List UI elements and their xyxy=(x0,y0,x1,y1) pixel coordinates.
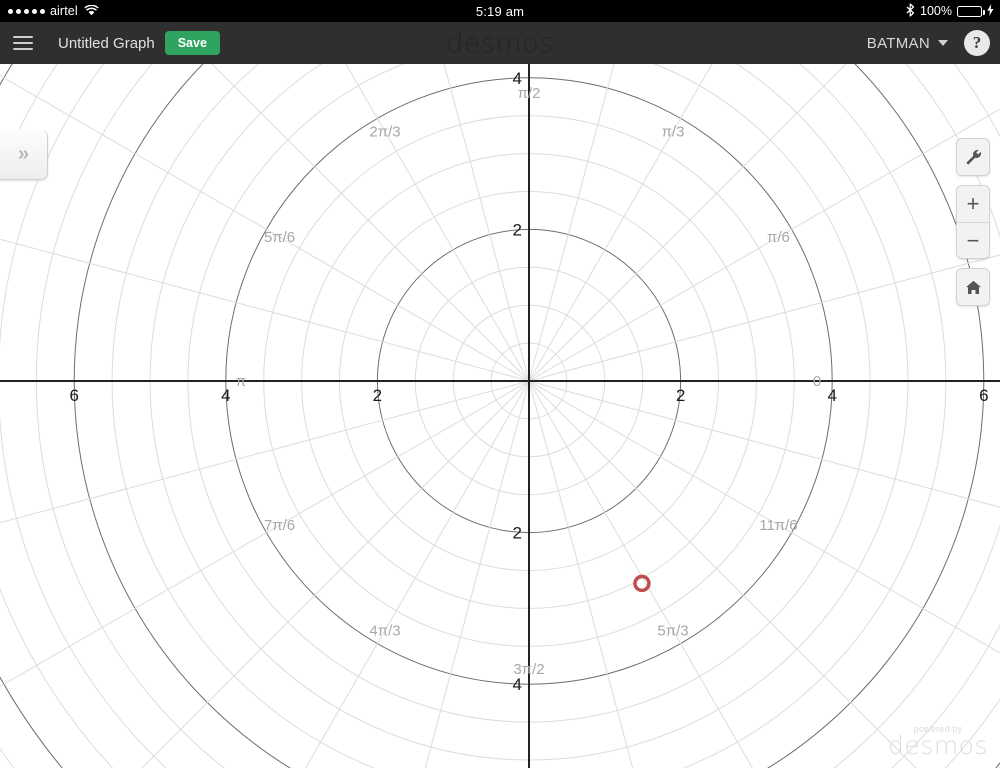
status-bar-right: 100% xyxy=(906,2,994,20)
toolbar-left: Untitled Graph Save xyxy=(0,22,220,64)
x-axis-tick-label: 4 xyxy=(827,386,836,405)
x-axis-tick-label: 6 xyxy=(69,386,78,405)
chevron-down-icon xyxy=(938,40,948,46)
polar-angle-label: π/3 xyxy=(662,124,685,141)
polar-angle-label: 5π/3 xyxy=(657,622,688,639)
home-tool-group xyxy=(956,268,990,306)
hamburger-menu-icon[interactable] xyxy=(0,22,46,64)
settings-tool-group xyxy=(956,138,990,176)
polar-angle-label: 5π/6 xyxy=(264,229,295,246)
graph-canvas[interactable]: 6 4 2 2 4 6 4 2 2 4 0 π/6 π/3 π/2 2π/3 5π/6 π 7π/6 4π/3 3π/… xyxy=(0,64,1000,768)
battery-percent-label: 100% xyxy=(920,4,952,18)
zoom-tool-group: + − xyxy=(956,185,990,259)
y-axis-tick-label: 2 xyxy=(513,220,522,239)
desmos-toolbar: Untitled Graph Save desmos BATMAN ? xyxy=(0,22,1000,64)
zoom-out-icon[interactable]: − xyxy=(957,222,989,258)
graph-tool-stack: + − xyxy=(956,138,990,315)
help-button[interactable]: ? xyxy=(964,30,990,56)
x-axis-tick-label: 6 xyxy=(979,386,988,405)
polar-angle-label: 0 xyxy=(813,373,821,390)
expand-sidebar-button[interactable]: » xyxy=(0,130,48,180)
desmos-app: airtel 5:19 am 100% Untitled Graph Save … xyxy=(0,0,1000,768)
y-axis-tick-label: 4 xyxy=(513,675,522,694)
status-bar-clock: 5:19 am xyxy=(475,3,525,19)
polar-plot: 6 4 2 2 4 642240π/6π/3π/22π/35π/6π7π/64π/33π/… xyxy=(0,64,1000,768)
polar-angle-label: π xyxy=(236,373,246,390)
polar-angle-label: 4π/3 xyxy=(369,622,400,639)
wrench-icon[interactable] xyxy=(957,139,989,175)
x-axis-tick-label: 2 xyxy=(373,386,382,405)
x-axis-tick-label: 4 xyxy=(221,386,230,405)
graph-title[interactable]: Untitled Graph xyxy=(58,35,155,52)
bluetooth-icon xyxy=(906,2,915,20)
y-axis-tick-label: 2 xyxy=(513,524,522,543)
home-icon[interactable] xyxy=(957,269,989,305)
polar-angle-label: 3π/2 xyxy=(513,661,544,678)
toolbar-right: BATMAN ? xyxy=(867,30,990,56)
save-button[interactable]: Save xyxy=(164,30,220,56)
polar-angle-label: π/6 xyxy=(767,229,790,246)
account-name-label: BATMAN xyxy=(866,34,930,52)
polar-angle-label: π/2 xyxy=(518,85,541,102)
double-chevron-right-icon: » xyxy=(17,143,30,165)
polar-angle-label: 11π/6 xyxy=(759,517,797,534)
account-menu[interactable]: BATMAN xyxy=(867,35,948,52)
zoom-in-icon[interactable]: + xyxy=(957,186,989,222)
battery-icon xyxy=(957,5,985,17)
polar-angle-label: 7π/6 xyxy=(264,517,295,534)
ios-status-bar: airtel 5:19 am 100% xyxy=(0,0,1000,22)
polar-angle-label: 2π/3 xyxy=(369,124,400,141)
x-axis-tick-label: 2 xyxy=(676,386,685,405)
charging-bolt-icon xyxy=(987,3,994,19)
